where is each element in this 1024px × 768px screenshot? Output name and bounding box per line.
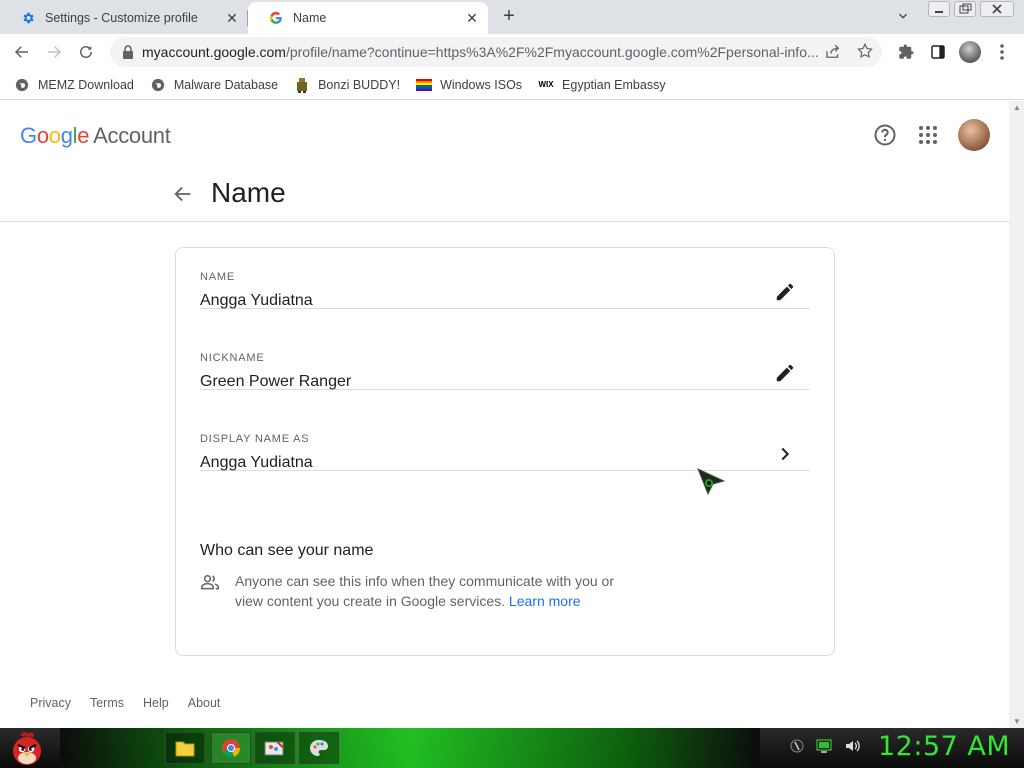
profile-avatar[interactable]: [958, 40, 982, 64]
extensions-puzzle-icon[interactable]: [894, 40, 918, 64]
globe-icon: [150, 77, 166, 93]
name-settings-card: NAME Angga Yudiatna NICKNAME Green Power…: [175, 247, 835, 656]
system-tray: [790, 738, 860, 759]
bookmark-memz-download[interactable]: MEMZ Download: [14, 77, 134, 93]
scroll-down-arrow-icon[interactable]: ▼: [1013, 717, 1021, 726]
tray-volume-icon[interactable]: [844, 738, 860, 759]
page-title: Name: [211, 177, 286, 208]
page-content: Google Account Name NAME Angga Yudiatna N…: [0, 101, 1009, 728]
nickname-value: Green Power Ranger: [200, 373, 352, 390]
tab-title: Name: [293, 11, 327, 25]
tray-tool-icon[interactable]: [790, 738, 804, 759]
logo-letter: g: [60, 123, 73, 148]
who-can-see-heading: Who can see your name: [200, 542, 374, 559]
logo-letter: G: [20, 123, 37, 148]
taskbar-file-explorer-icon[interactable]: [165, 732, 205, 764]
taskbar-chrome-icon[interactable]: [211, 732, 251, 764]
help-icon[interactable]: [873, 123, 897, 147]
bookmark-label: Egyptian Embassy: [562, 77, 666, 92]
bookmarks-bar: MEMZ Download Malware Database Bonzi BUD…: [0, 70, 1024, 100]
logo-letter: o: [48, 123, 61, 148]
new-tab-button[interactable]: +: [498, 6, 520, 28]
edit-pencil-icon[interactable]: [774, 281, 798, 305]
footer-help-link[interactable]: Help: [143, 696, 169, 710]
bookmark-bonzi-buddy[interactable]: Bonzi BUDDY!: [294, 77, 400, 93]
people-icon: [200, 572, 220, 592]
logo-letter: e: [77, 123, 90, 148]
wix-icon: WIX: [538, 80, 554, 89]
address-bar[interactable]: myaccount.google.com/profile/name?contin…: [110, 37, 882, 67]
start-button-angry-bird-icon[interactable]: [8, 730, 46, 766]
menu-kebab-icon[interactable]: [990, 40, 1014, 64]
share-icon[interactable]: [824, 43, 842, 66]
bookmark-label: Bonzi BUDDY!: [318, 77, 401, 92]
footer-terms-link[interactable]: Terms: [90, 696, 124, 710]
url-text[interactable]: myaccount.google.com/profile/name?contin…: [142, 44, 822, 60]
bookmark-star-icon[interactable]: [856, 42, 874, 65]
globe-icon: [14, 77, 30, 93]
forward-icon[interactable]: [42, 40, 66, 64]
bookmark-malware-database[interactable]: Malware Database: [150, 77, 278, 93]
close-tab-icon[interactable]: ✕: [464, 10, 480, 26]
taskbar-paint-icon[interactable]: [255, 732, 295, 764]
close-tab-icon[interactable]: ✕: [224, 10, 240, 26]
minimize-window-button[interactable]: [928, 1, 950, 17]
google-g-icon: [268, 10, 284, 26]
logo-suffix: Account: [93, 123, 171, 148]
name-value: Angga Yudiatna: [200, 292, 313, 309]
title-divider: [0, 221, 1009, 222]
footer-links: Privacy Terms Help About: [30, 696, 239, 710]
gear-icon: [20, 10, 36, 26]
bookmark-windows-isos[interactable]: Windows ISOs: [416, 77, 522, 93]
restore-window-button[interactable]: [954, 1, 976, 17]
bookmark-egyptian-embassy[interactable]: WIX Egyptian Embassy: [538, 77, 666, 93]
nickname-label: NICKNAME: [200, 352, 265, 364]
bookmark-label: Malware Database: [173, 77, 279, 92]
tab-title: Settings - Customize profile: [45, 11, 198, 25]
close-window-button[interactable]: [980, 1, 1014, 17]
back-arrow-icon[interactable]: [172, 183, 196, 207]
rainbow-flag-icon: [416, 77, 433, 93]
taskbar: 12:57 AM: [0, 728, 1024, 768]
taskbar-clock[interactable]: 12:57 AM: [878, 731, 1010, 762]
name-row[interactable]: NAME Angga Yudiatna: [200, 228, 810, 309]
url-host: myaccount.google.com: [142, 44, 286, 60]
tray-network-icon[interactable]: [816, 738, 832, 759]
nickname-row[interactable]: NICKNAME Green Power Ranger: [200, 309, 810, 390]
google-account-logo[interactable]: Google Account: [20, 123, 171, 149]
lock-icon[interactable]: [122, 45, 134, 64]
name-label: NAME: [200, 271, 235, 283]
who-can-see-description: Anyone can see this info when they commu…: [235, 571, 615, 611]
tab-strip: Settings - Customize profile ✕ Name ✕ +: [0, 0, 1024, 34]
bookmark-label: MEMZ Download: [38, 77, 134, 92]
url-path: /profile/name?continue=https%3A%2F%2Fmya…: [285, 44, 819, 60]
logo-letter: o: [36, 123, 49, 148]
taskbar-palette-icon[interactable]: [299, 732, 339, 764]
edit-pencil-icon[interactable]: [774, 362, 798, 386]
footer-privacy-link[interactable]: Privacy: [30, 696, 71, 710]
display-name-row[interactable]: DISPLAY NAME AS Angga Yudiatna: [200, 390, 810, 471]
tab-name[interactable]: Name ✕: [248, 2, 488, 34]
account-avatar[interactable]: [958, 119, 990, 151]
chevron-right-icon[interactable]: [774, 443, 798, 467]
tab-settings-customize-profile[interactable]: Settings - Customize profile ✕: [0, 2, 248, 34]
footer-about-link[interactable]: About: [188, 696, 221, 710]
apps-grid-icon[interactable]: [916, 123, 940, 147]
back-icon[interactable]: [10, 40, 34, 64]
scroll-up-arrow-icon[interactable]: ▲: [1013, 103, 1021, 112]
side-panel-icon[interactable]: [926, 40, 950, 64]
browser-toolbar: myaccount.google.com/profile/name?contin…: [0, 34, 1024, 70]
bookmark-label: Windows ISOs: [440, 77, 523, 92]
page-scrollbar[interactable]: ▲ ▼: [1009, 101, 1024, 728]
bonzi-icon: [294, 77, 310, 93]
learn-more-link[interactable]: Learn more: [509, 593, 581, 609]
mouse-cursor-icon: [696, 467, 726, 497]
display-name-value: Angga Yudiatna: [200, 454, 313, 471]
reload-icon[interactable]: [74, 40, 98, 64]
tab-search-chevron-icon[interactable]: [896, 9, 914, 25]
display-name-label: DISPLAY NAME AS: [200, 433, 310, 445]
